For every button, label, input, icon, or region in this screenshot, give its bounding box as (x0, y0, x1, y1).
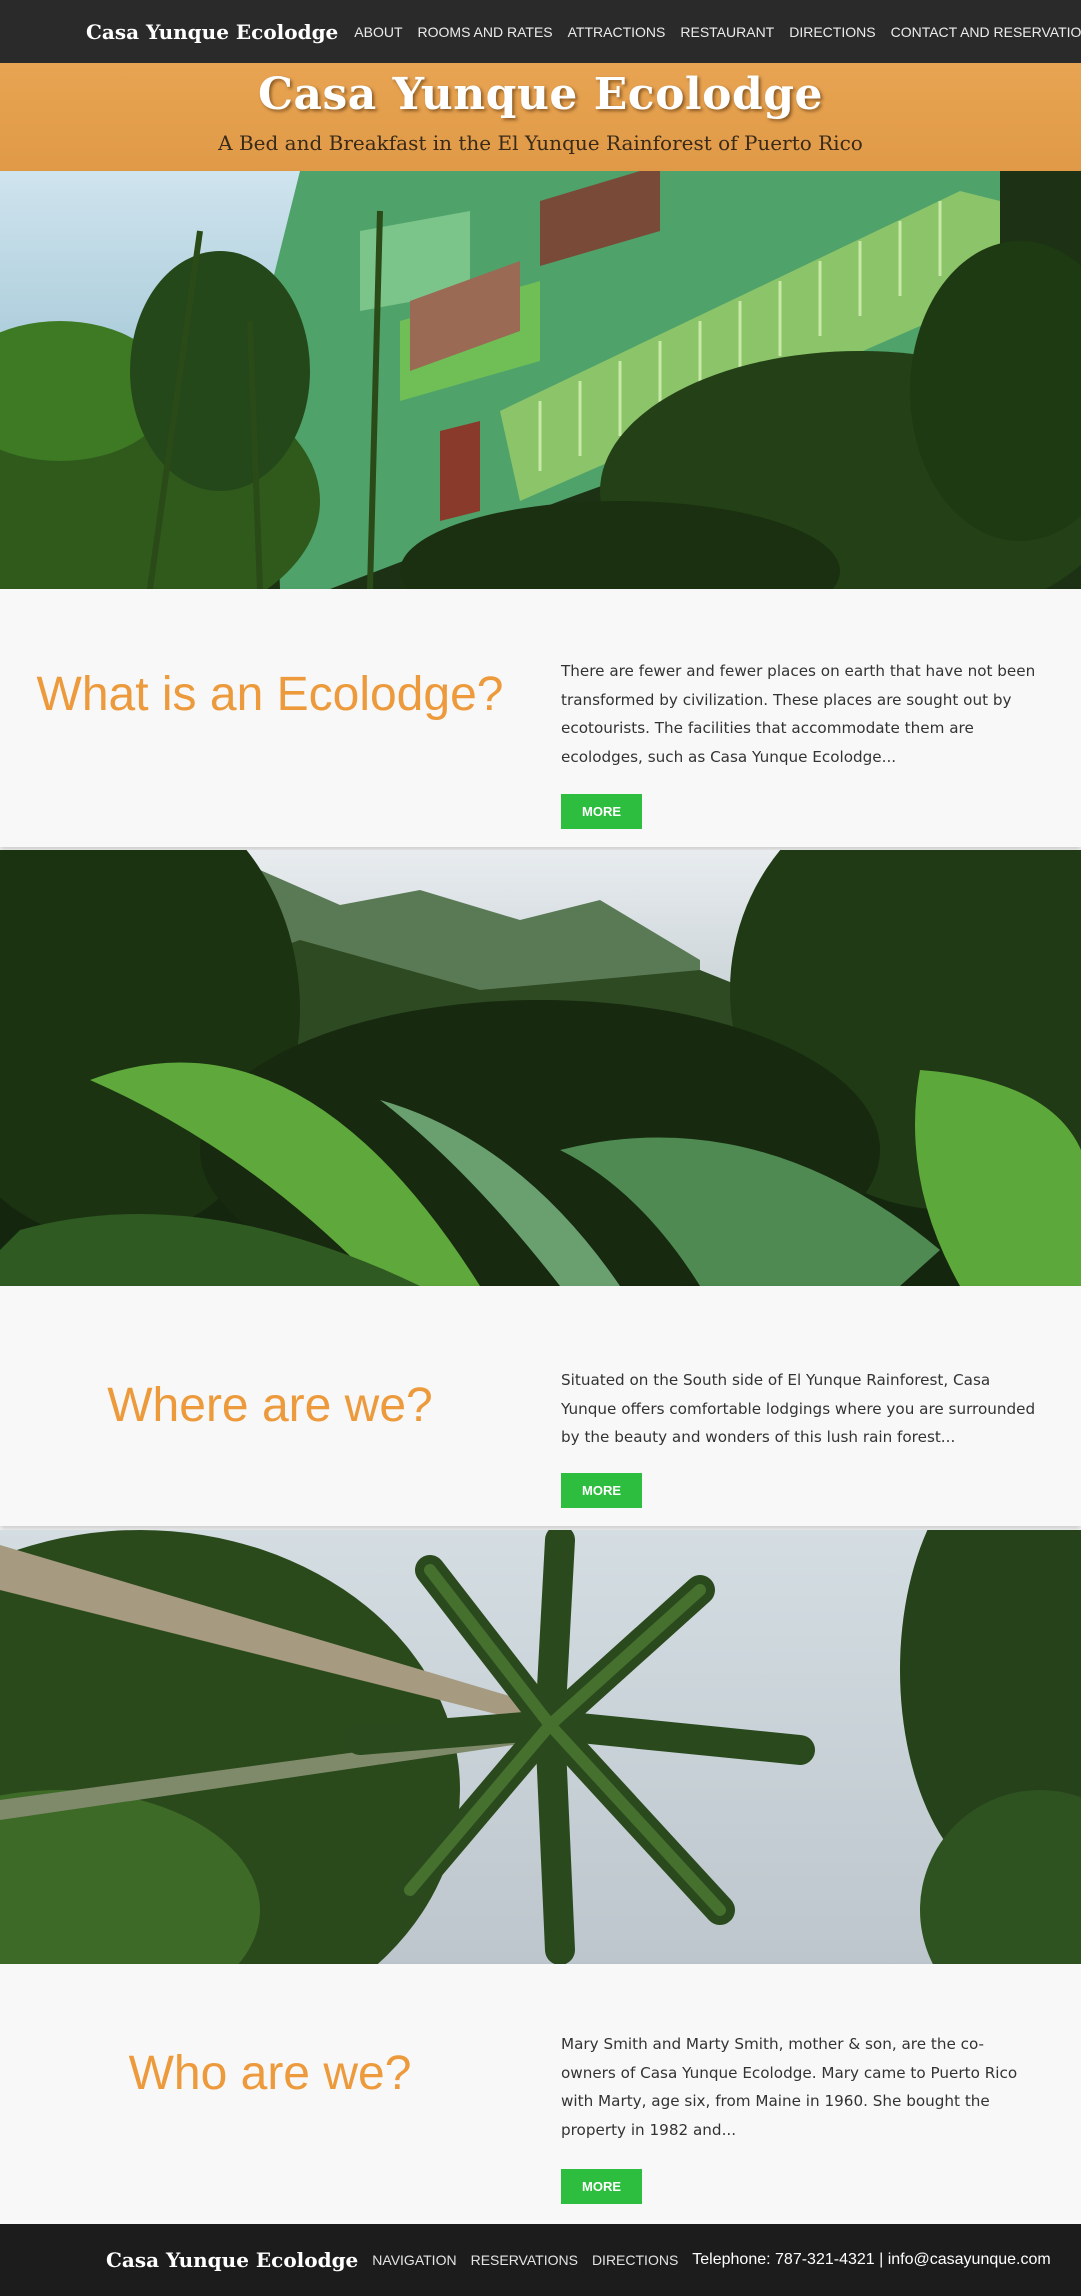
section-text-owners: Mary Smith and Marty Smith, mother & son… (561, 2035, 1018, 2139)
nav-link-about[interactable]: ABOUT (354, 24, 402, 40)
nav-link-directions[interactable]: DIRECTIONS (789, 24, 875, 40)
site-tagline: A Bed and Breakfast in the El Yunque Rai… (218, 131, 863, 155)
nav-link-contact-and-reservations[interactable]: CONTACT AND RESERVATIONS (891, 24, 1081, 40)
rainforest-valley-photo (0, 850, 1081, 1286)
footer-contact-info: Telephone: 787-321-4321 | info@casayunqu… (692, 2251, 1051, 2268)
lodge-building-photo (0, 171, 1081, 589)
footer-link-navigation[interactable]: NAVIGATION (372, 2252, 456, 2268)
more-button-location[interactable]: MORE (561, 1473, 642, 1508)
top-nav-bar: Casa Yunque Ecolodge ABOUT ROOMS AND RAT… (0, 0, 1081, 63)
footer-link-directions[interactable]: DIRECTIONS (592, 2252, 678, 2268)
footer-link-reservations[interactable]: RESERVATIONS (471, 2252, 578, 2268)
more-button-ecolodge[interactable]: MORE (561, 794, 642, 829)
footer-bar: Casa Yunque Ecolodge NAVIGATION RESERVAT… (0, 2224, 1081, 2296)
section-heading-owners: Who are we? (128, 2047, 412, 2100)
footer-brand[interactable]: Casa Yunque Ecolodge (106, 2248, 358, 2272)
nav-brand[interactable]: Casa Yunque Ecolodge (86, 20, 338, 44)
section-text-location: Situated on the South side of El Yunque … (561, 1371, 1036, 1446)
more-button-owners[interactable]: MORE (561, 2169, 642, 2204)
section-text-ecolodge: There are fewer and fewer places on eart… (561, 662, 1036, 766)
site-title: Casa Yunque Ecolodge (257, 69, 824, 120)
tree-fern-canopy-photo (0, 1530, 1081, 1964)
section-heading-location: Where are we? (107, 1379, 433, 1432)
owners-section: Who are we? Mary Smith and Marty Smith, … (0, 1964, 1081, 2224)
section-heading-ecolodge: What is an Ecolodge? (36, 668, 504, 721)
ecolodge-section: What is an Ecolodge? There are fewer and… (0, 589, 1081, 847)
nav-link-rooms-and-rates[interactable]: ROOMS AND RATES (418, 24, 553, 40)
location-section: Where are we? Situated on the South side… (0, 1286, 1081, 1526)
header-banner: Casa Yunque Ecolodge A Bed and Breakfast… (0, 63, 1081, 171)
nav-link-restaurant[interactable]: RESTAURANT (680, 24, 774, 40)
nav-link-attractions[interactable]: ATTRACTIONS (568, 24, 666, 40)
